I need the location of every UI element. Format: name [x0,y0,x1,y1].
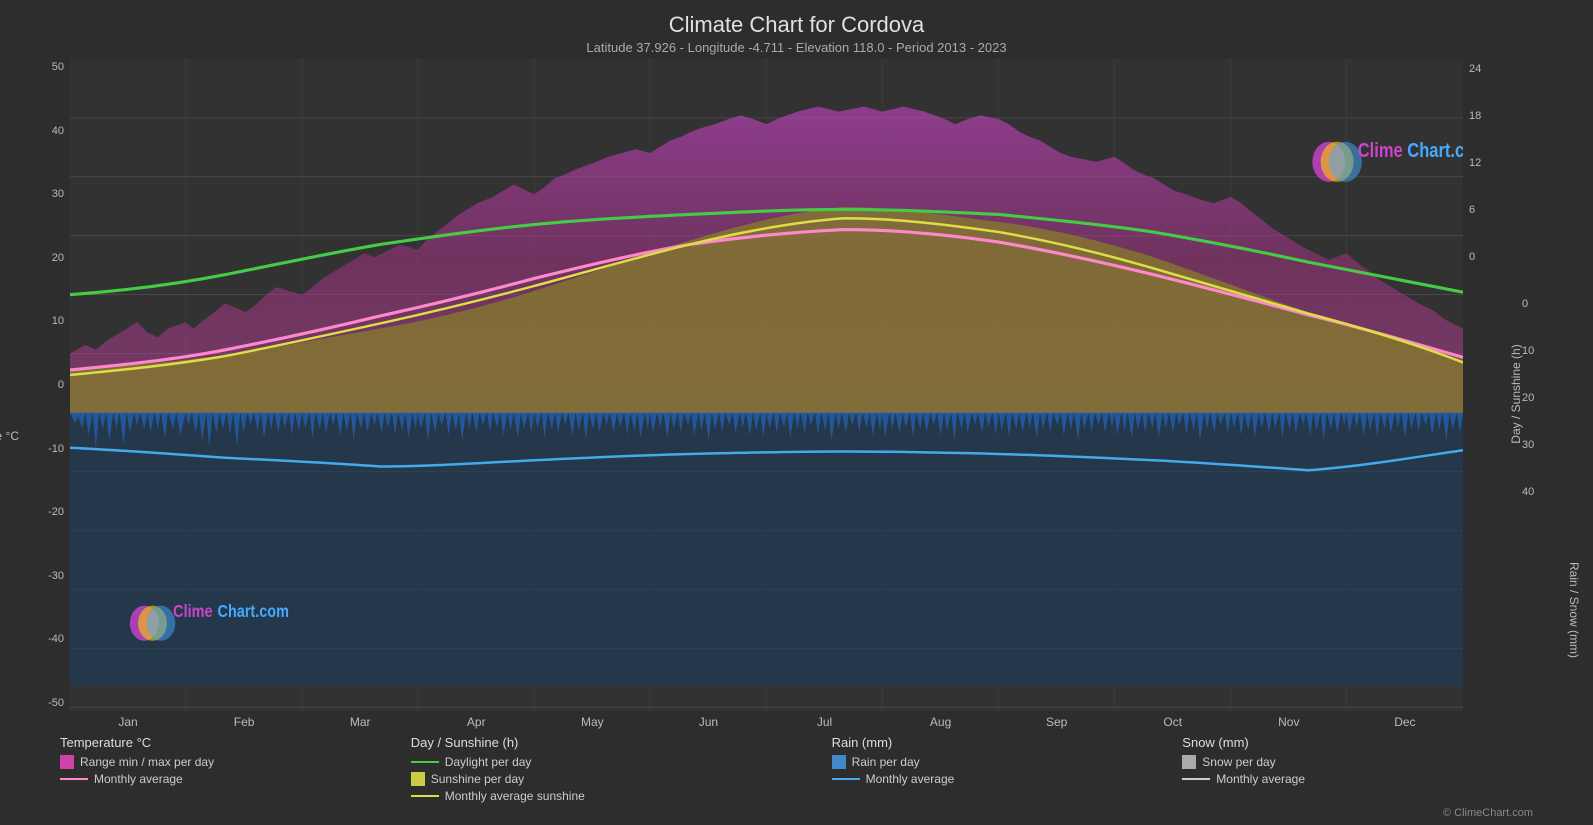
title-area: Climate Chart for Cordova Latitude 37.92… [0,0,1593,59]
svg-text:Chart.com: Chart.com [218,602,289,622]
legend-line-daylight [411,761,439,764]
y-axis-left-values: 50 40 30 20 10 0 -10 -20 -30 -40 -50 [10,59,70,729]
legend-item-snow: Snow per day [1182,755,1533,769]
x-month-sep: Sep [999,715,1115,729]
y-axis-right-rain-label: Rain / Snow (mm) [1567,562,1581,658]
legend-line-temp-avg [60,778,88,781]
x-month-apr: Apr [418,715,534,729]
legend-item-daylight: Daylight per day [411,755,832,769]
x-month-mar: Mar [302,715,418,729]
legend-col-sunshine-title: Day / Sunshine (h) [411,735,832,750]
svg-text:Chart.com: Chart.com [1407,138,1463,161]
legend-line-sunshine-avg [411,795,439,798]
x-month-oct: Oct [1115,715,1231,729]
legend-col-snow: Snow (mm) Snow per day Monthly average [1182,735,1533,803]
axes-and-chart: Temperature °C 50 40 30 20 10 0 -10 -20 … [0,59,1593,729]
legend-item-sunshine-avg: Monthly average sunshine [411,789,832,803]
legend-col-sunshine: Day / Sunshine (h) Daylight per day Suns… [411,735,832,803]
x-month-aug: Aug [883,715,999,729]
x-axis-labels: Jan Feb Mar Apr May Jun Jul Aug Sep Oct … [70,711,1463,729]
legend-rect-temp-range [60,755,74,769]
legend-col-rain-title: Rain (mm) [832,735,1183,750]
chart-svg-container: Clime Chart.com Clime Chart.com [70,59,1463,711]
svg-text:Clime: Clime [173,602,212,622]
legend-line-snow-avg [1182,778,1210,781]
x-month-jul: Jul [766,715,882,729]
legend-area: Temperature °C Range min / max per day M… [0,729,1593,807]
y-axis-right-sunshine-label: Day / Sunshine (h) [1509,344,1523,443]
y-axis-right-rain: 0 10 20 30 40 Rain / Snow (mm) [1518,59,1573,729]
chart-svg: Clime Chart.com Clime Chart.com [70,59,1463,711]
legend-item-sunshine: Sunshine per day [411,772,832,786]
chart-subtitle: Latitude 37.926 - Longitude -4.711 - Ele… [0,40,1593,55]
x-month-feb: Feb [186,715,302,729]
x-month-nov: Nov [1231,715,1347,729]
legend-item-temp-avg: Monthly average [60,772,411,786]
legend-item-snow-avg: Monthly average [1182,772,1533,786]
y-axes-right: 24 18 12 6 0 Day / Sunshine (h) 0 10 20 … [1463,59,1583,729]
y-axis-left-label: Temperature °C [0,429,19,443]
x-month-dec: Dec [1347,715,1463,729]
legend-col-rain: Rain (mm) Rain per day Monthly average [832,735,1183,803]
copyright: © ClimeChart.com [0,807,1593,825]
x-month-jun: Jun [650,715,766,729]
x-month-may: May [534,715,650,729]
legend-col-temperature: Temperature °C Range min / max per day M… [60,735,411,803]
legend-col-snow-title: Snow (mm) [1182,735,1533,750]
x-month-jan: Jan [70,715,186,729]
chart-area: Clime Chart.com Clime Chart.com Jan Feb … [70,59,1463,729]
legend-item-rain: Rain per day [832,755,1183,769]
y-axis-left: Temperature °C 50 40 30 20 10 0 -10 -20 … [10,59,70,729]
legend-line-rain-avg [832,778,860,781]
y-axis-right-sunshine: 24 18 12 6 0 Day / Sunshine (h) [1463,59,1518,729]
chart-title: Climate Chart for Cordova [0,12,1593,38]
legend-rect-sunshine [411,772,425,786]
main-container: Climate Chart for Cordova Latitude 37.92… [0,0,1593,825]
legend-col-temperature-title: Temperature °C [60,735,411,750]
svg-text:Clime: Clime [1358,138,1403,161]
legend-item-rain-avg: Monthly average [832,772,1183,786]
legend-item-temp-range: Range min / max per day [60,755,411,769]
legend-rect-rain [832,755,846,769]
legend-rect-snow [1182,755,1196,769]
